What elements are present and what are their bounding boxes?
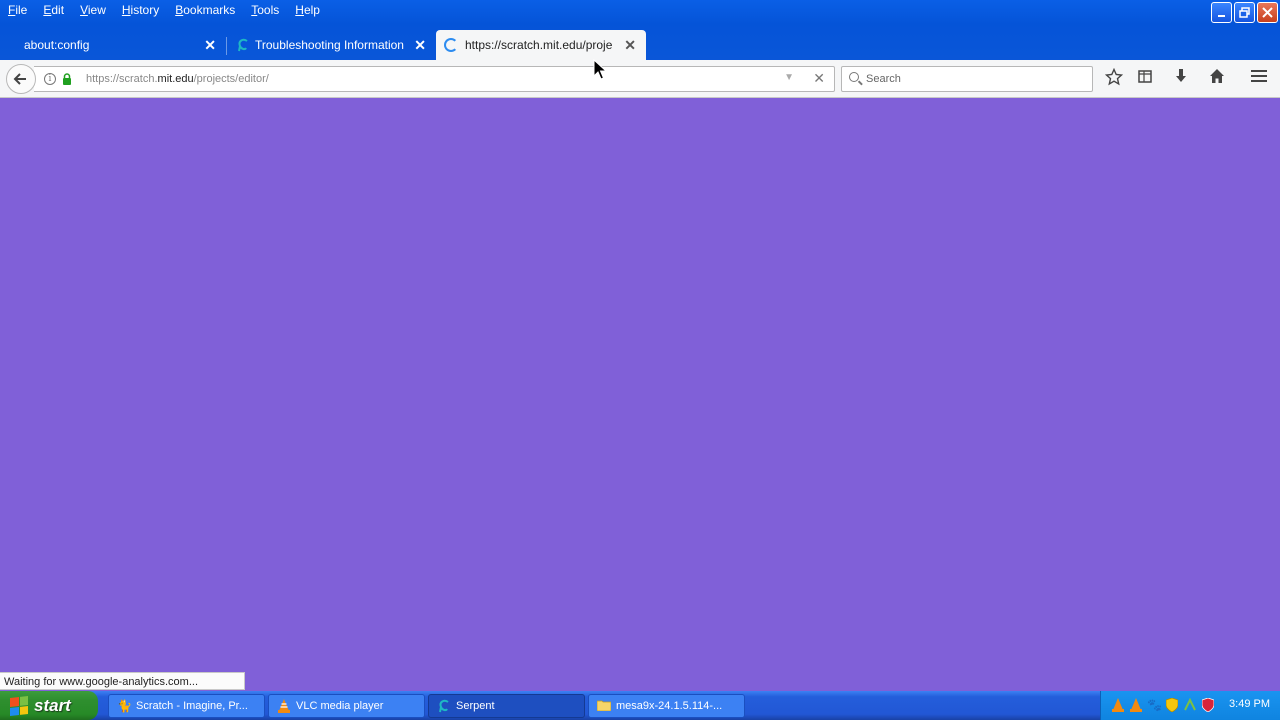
stop-loading-icon[interactable]: ✕ — [813, 70, 825, 87]
loading-spinner-icon — [444, 38, 458, 52]
close-icon — [1262, 7, 1273, 18]
app-tray-icon[interactable]: 🐾 — [1147, 698, 1162, 712]
window-controls — [1211, 2, 1278, 23]
back-arrow-icon — [13, 73, 26, 85]
bookmark-star-icon[interactable] — [1103, 67, 1125, 90]
windows-flag-icon — [10, 695, 28, 716]
serpent-icon — [437, 699, 451, 713]
mouse-cursor-icon — [593, 59, 607, 80]
tab-close-icon[interactable]: ✕ — [624, 37, 636, 54]
task-label: VLC media player — [296, 700, 384, 712]
task-mesa-folder[interactable]: mesa9x-24.1.5.114-... — [588, 694, 745, 718]
vlc-tray-icon[interactable] — [1129, 698, 1143, 712]
tab-title: https://scratch.mit.edu/projects/editor/ — [465, 38, 612, 52]
menu-bar: File Edit View History Bookmarks Tools H… — [0, 0, 328, 20]
restore-button[interactable] — [1234, 2, 1255, 23]
menu-history[interactable]: History — [114, 0, 167, 20]
browser-titlebar: File Edit View History Bookmarks Tools H… — [0, 0, 1280, 84]
tab-separator — [226, 37, 227, 55]
hamburger-menu-icon[interactable] — [1248, 68, 1270, 90]
tab-close-icon[interactable]: ✕ — [204, 37, 216, 54]
menu-tools[interactable]: Tools — [243, 0, 287, 20]
minimize-button[interactable] — [1211, 2, 1232, 23]
close-window-button[interactable] — [1257, 2, 1278, 23]
url-bar[interactable]: i https://scratch.mit.edu/projects/edito… — [34, 66, 835, 92]
bookmarks-menu-icon[interactable] — [1134, 68, 1156, 90]
network-tray-icon[interactable] — [1183, 697, 1197, 712]
menu-edit[interactable]: Edit — [35, 0, 72, 20]
search-icon — [849, 72, 859, 82]
vlc-tray-icon[interactable] — [1111, 698, 1125, 712]
restore-icon — [1239, 7, 1250, 18]
system-tray: 🐾 3:49 PM — [1100, 691, 1280, 720]
tab-title: Troubleshooting Information — [255, 38, 404, 52]
task-label: Serpent — [456, 700, 495, 712]
folder-icon — [596, 699, 612, 713]
tab-strip: about:config ✕ Troubleshooting Informati… — [0, 30, 1280, 84]
menu-help[interactable]: Help — [287, 0, 328, 20]
download-icon[interactable] — [1170, 68, 1192, 90]
url-prefix: https://scratch. — [86, 73, 158, 85]
site-info-icon[interactable]: i — [44, 73, 56, 85]
task-vlc[interactable]: VLC media player — [268, 694, 425, 718]
task-label: mesa9x-24.1.5.114-... — [616, 700, 723, 712]
tab-troubleshooting[interactable]: Troubleshooting Information ✕ — [228, 30, 436, 60]
search-bar[interactable] — [841, 66, 1093, 92]
tab-scratch-editor[interactable]: https://scratch.mit.edu/projects/editor/… — [436, 30, 646, 60]
menu-bookmarks[interactable]: Bookmarks — [167, 0, 243, 20]
url-text[interactable]: https://scratch.mit.edu/projects/editor/ — [86, 73, 269, 85]
scratch-cat-icon: 🐈 — [117, 699, 132, 713]
tab-close-icon[interactable]: ✕ — [414, 37, 426, 54]
task-label: Scratch - Imagine, Pr... — [136, 700, 248, 712]
url-path: /projects/editor/ — [193, 73, 269, 85]
navigation-toolbar: i https://scratch.mit.edu/projects/edito… — [0, 60, 1280, 98]
url-dropdown-icon[interactable]: ▼ — [784, 72, 794, 83]
menu-file[interactable]: File — [0, 0, 35, 20]
start-button[interactable]: start — [0, 691, 98, 720]
lock-icon[interactable] — [62, 73, 72, 85]
status-panel: Waiting for www.google-analytics.com... — [0, 672, 245, 690]
task-scratch[interactable]: 🐈 Scratch - Imagine, Pr... — [108, 694, 265, 718]
vlc-cone-icon — [277, 699, 291, 713]
page-content[interactable] — [0, 99, 1280, 691]
home-icon[interactable] — [1206, 68, 1228, 90]
antivirus-shield-icon[interactable] — [1201, 697, 1215, 713]
start-label: start — [34, 695, 71, 715]
back-button[interactable] — [6, 64, 36, 94]
taskbar: start 🐈 Scratch - Imagine, Pr... VLC med… — [0, 691, 1280, 720]
menu-view[interactable]: View — [72, 0, 114, 20]
url-host: mit.edu — [157, 73, 194, 85]
tab-title: about:config — [24, 38, 90, 52]
taskbar-clock[interactable]: 3:49 PM — [1229, 698, 1270, 710]
task-serpent[interactable]: Serpent — [428, 694, 585, 718]
minimize-icon — [1217, 14, 1225, 17]
tab-about-config[interactable]: about:config ✕ — [0, 30, 226, 60]
security-shield-icon[interactable] — [1165, 697, 1179, 713]
serpent-icon — [238, 38, 248, 52]
search-input[interactable] — [866, 70, 1086, 88]
